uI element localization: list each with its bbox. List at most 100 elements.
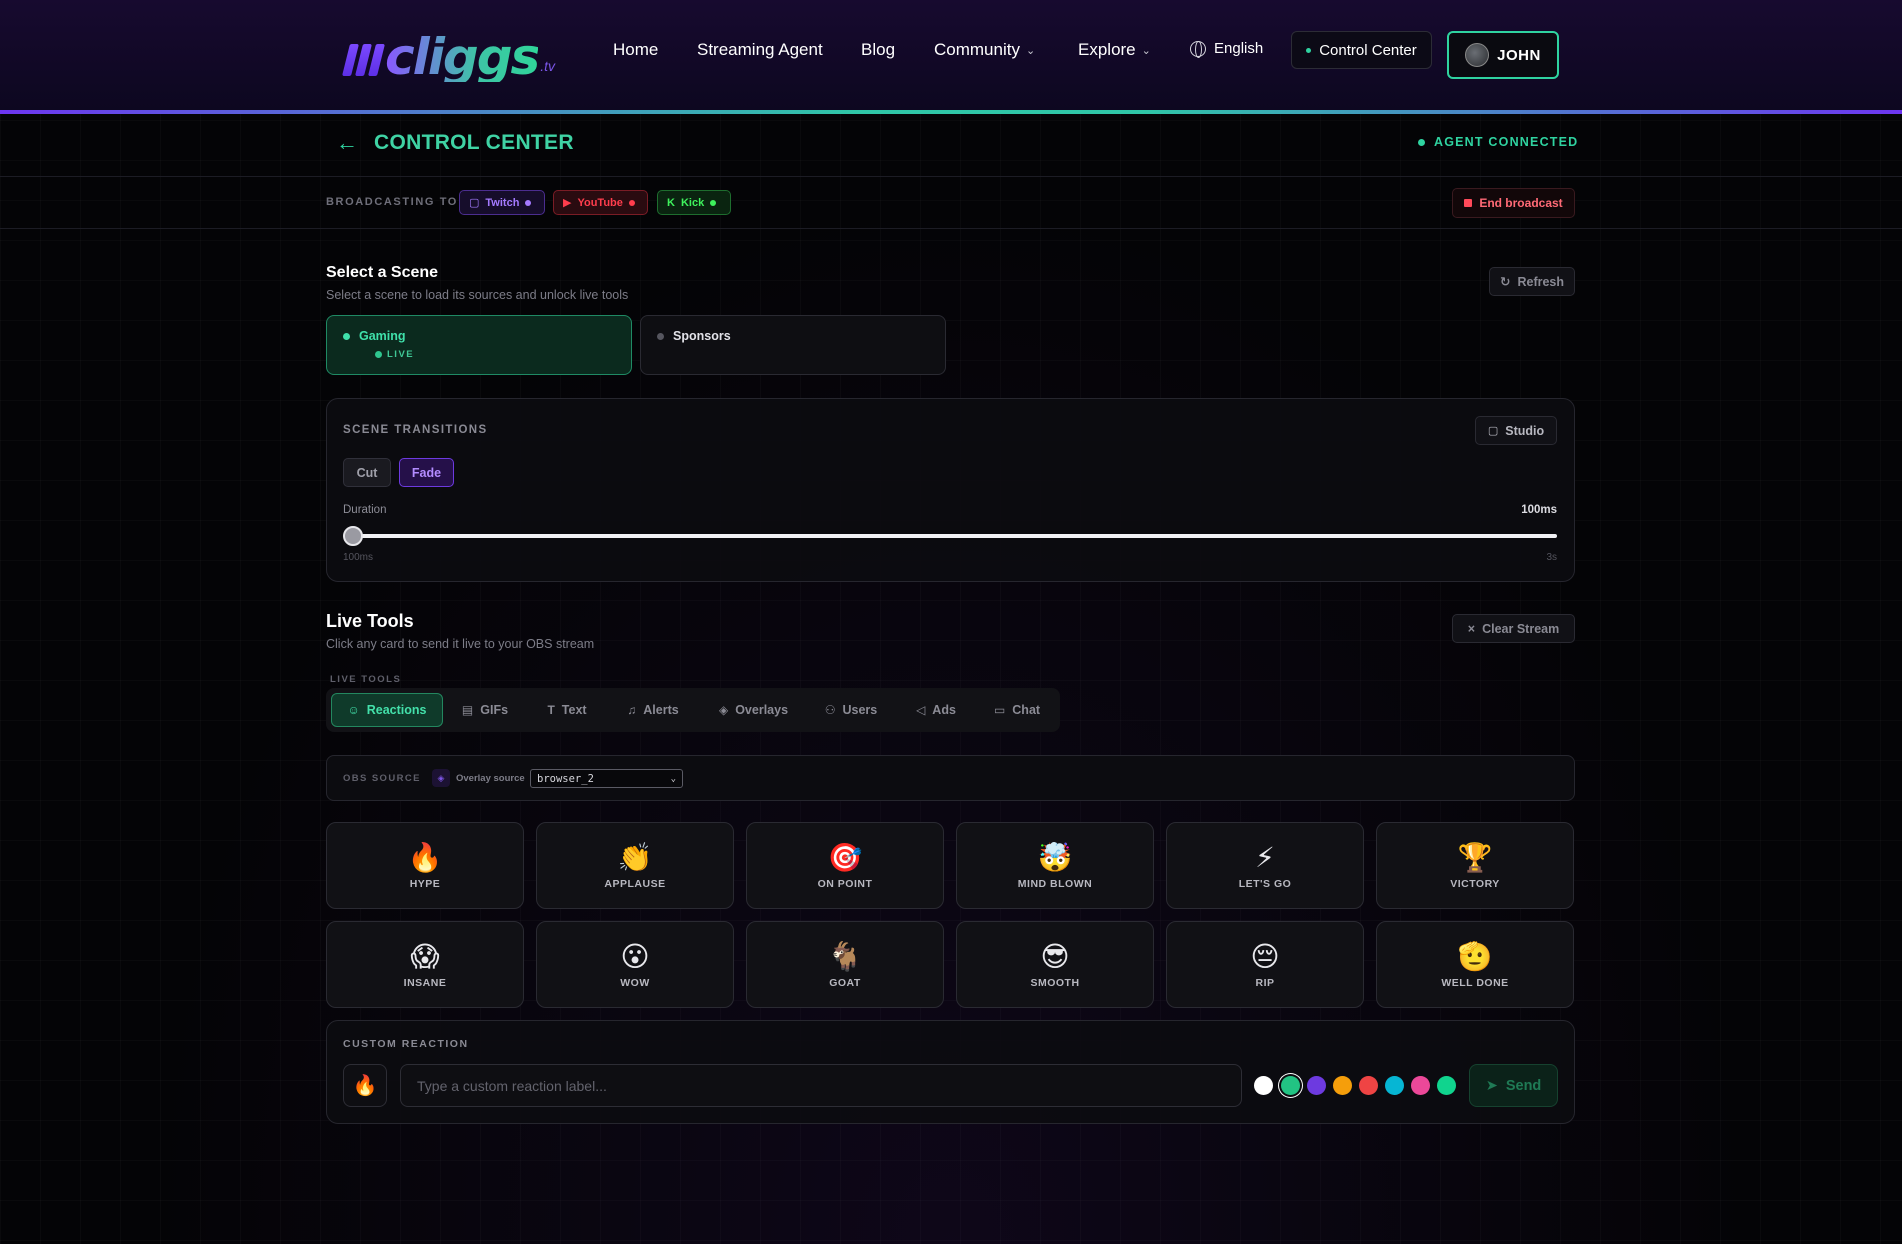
exploding-head-icon: 🤯 [1037,840,1073,874]
platform-pill-twitch[interactable]: ▢ Twitch [459,190,545,215]
refresh-button[interactable]: ↻ Refresh [1489,267,1575,296]
reaction-card-lets-go[interactable]: ⚡ LET'S GO [1166,822,1364,909]
logo-text: cliggs [385,28,540,86]
logo-mark [342,44,385,76]
nav-link-label: Community [934,40,1020,59]
scenes-subtitle: Select a scene to load its sources and u… [326,288,629,302]
nav-link-home[interactable]: Home [613,40,658,60]
reaction-card-applause[interactable]: 👏 APPLAUSE [536,822,734,909]
tab-overlays[interactable]: ◈ Overlays [711,693,796,727]
custom-reaction-input[interactable] [400,1064,1242,1107]
tab-reactions[interactable]: ☺ Reactions [331,693,443,727]
bell-icon: ♫ [627,703,637,717]
reaction-label: RIP [1255,976,1275,989]
reaction-card-victory[interactable]: 🏆 VICTORY [1376,822,1574,909]
nav-link-community[interactable]: Community ⌄ [934,40,1035,60]
screaming-face-icon: 😱 [410,939,440,973]
tab-ads[interactable]: ◁ Ads [906,693,966,727]
reaction-card-well-done[interactable]: 🫡 WELL DONE [1376,921,1574,1008]
youtube-icon: ▶ [563,197,572,209]
scene-name: Sponsors [673,329,731,343]
reaction-label: INSANE [403,976,447,989]
live-text: LIVE [387,349,415,360]
scene-name-row: Sponsors [657,329,929,343]
user-menu-button[interactable]: JOHN [1447,31,1559,79]
tab-users[interactable]: ⚇ Users [815,693,887,727]
slider-min-label: 100ms [343,552,374,563]
reaction-card-hype[interactable]: 🔥 HYPE [326,822,524,909]
duration-label: Duration [343,504,387,516]
pensive-face-icon: 😔 [1250,939,1280,973]
twitch-icon: ▢ [469,197,480,209]
color-swatch-green[interactable] [1281,1076,1300,1095]
reaction-label: APPLAUSE [604,877,666,890]
arrow-left-icon[interactable]: ← [336,130,358,156]
tab-label: Overlays [735,703,789,717]
live-dot [375,351,382,358]
scene-name-row: Gaming [343,329,615,343]
nav-link-explore[interactable]: Explore ⌄ [1078,40,1151,60]
reaction-card-wow[interactable]: 😮 WOW [536,921,734,1008]
transition-cut-button[interactable]: Cut [343,458,391,487]
live-badge: LIVE [375,349,615,360]
platform-pill-youtube[interactable]: ▶ YouTube [553,190,648,215]
kick-icon: K [667,196,675,209]
chat-icon: ▭ [993,703,1006,717]
status-dot [343,332,350,340]
reaction-card-on-point[interactable]: 🎯 ON POINT [746,822,944,909]
duration-value: 100ms [1521,504,1557,516]
refresh-icon: ↻ [1499,275,1511,289]
nav-accent-line [0,110,1902,114]
nav-link-blog[interactable]: Blog [861,40,895,60]
reaction-card-mind-blown[interactable]: 🤯 MIND BLOWN [956,822,1154,909]
reaction-card-goat[interactable]: 🐐 GOAT [746,921,944,1008]
language-selector[interactable]: English [1190,40,1263,58]
transition-fade-button[interactable]: Fade [399,458,454,487]
scene-card-gaming[interactable]: Gaming LIVE [326,315,632,375]
tab-alerts[interactable]: ♫ Alerts [617,693,689,727]
duration-slider-thumb[interactable] [343,526,363,546]
overlay-source-select[interactable]: browser_2 ⌄ [530,769,683,788]
tab-chat[interactable]: ▭ Chat [984,693,1050,727]
platform-pill-kick[interactable]: K Kick [657,190,731,215]
tab-gifs[interactable]: ▤ GIFs [452,693,518,727]
broadcasting-label: BROADCASTING TO [326,196,458,208]
slider-max-label: 3s [1546,552,1557,563]
tab-text[interactable]: T Text [534,693,600,727]
send-button[interactable]: ➤ Send [1469,1064,1558,1107]
duration-slider-track[interactable] [353,534,1557,538]
color-swatch-orange[interactable] [1333,1076,1352,1095]
surprised-face-icon: 😮 [620,939,650,973]
scene-card-sponsors[interactable]: Sponsors [640,315,946,375]
studio-label: Studio [1505,423,1545,438]
reaction-card-insane[interactable]: 😱 INSANE [326,921,524,1008]
scene-transitions-panel [326,398,1575,582]
end-broadcast-button[interactable]: End broadcast [1452,188,1575,218]
reaction-card-smooth[interactable]: 😎 SMOOTH [956,921,1154,1008]
status-dot [710,199,717,206]
color-swatch-white[interactable] [1254,1076,1273,1095]
studio-button[interactable]: ▢ Studio [1475,416,1557,445]
color-swatch-purple[interactable] [1307,1076,1326,1095]
nav-link-streaming-agent[interactable]: Streaming Agent [697,40,823,60]
emoji-picker-button[interactable]: 🔥 [343,1064,387,1107]
agent-status-badge: AGENT CONNECTED [1418,135,1578,149]
logo[interactable]: cliggs .tv [342,28,555,86]
color-swatch-red[interactable] [1359,1076,1378,1095]
live-tools-title: Live Tools [326,611,414,631]
reaction-label: MIND BLOWN [1017,877,1093,890]
color-swatch-teal[interactable] [1437,1076,1456,1095]
color-swatch-cyan[interactable] [1385,1076,1404,1095]
clapping-hands-icon: 👏 [617,840,653,874]
chevron-down-icon: ⌄ [1025,44,1036,57]
control-center-button[interactable]: Control Center [1291,31,1432,69]
divider [0,176,1902,177]
layers-icon: ◈ [718,703,729,717]
clear-stream-button[interactable]: × Clear Stream [1452,614,1575,643]
globe-icon [1190,40,1206,58]
page-title: CONTROL CENTER [374,131,574,154]
salute-icon: 🫡 [1457,939,1493,973]
overlay-source-label: Overlay source [456,773,525,784]
reaction-card-rip[interactable]: 😔 RIP [1166,921,1364,1008]
color-swatch-pink[interactable] [1411,1076,1430,1095]
